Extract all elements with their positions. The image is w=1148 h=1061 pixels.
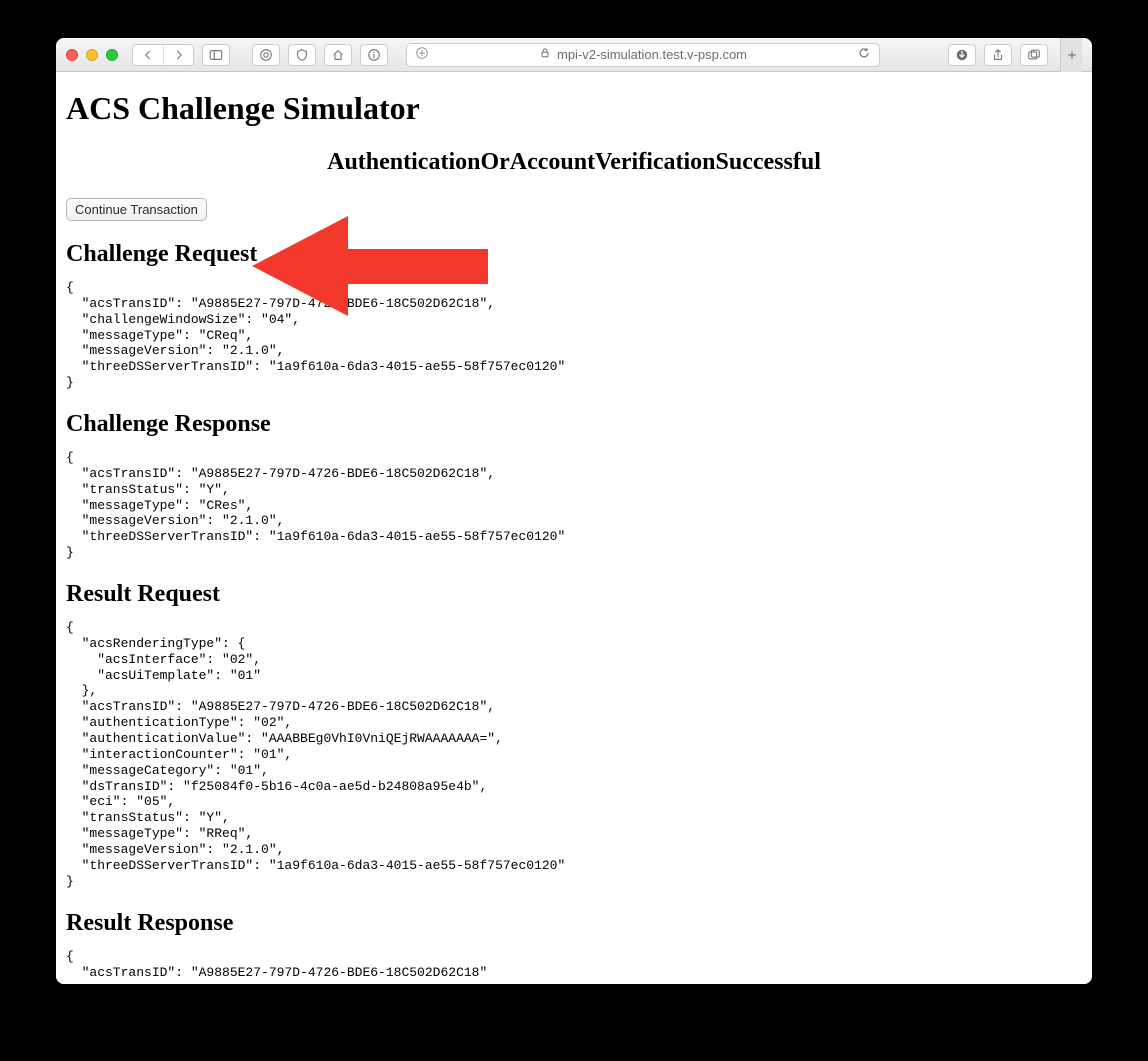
home-button[interactable] xyxy=(324,44,352,66)
result-response-body: { "acsTransID": "A9885E27-797D-4726-BDE6… xyxy=(66,949,1082,981)
result-request-heading: Result Request xyxy=(66,581,1082,608)
window-zoom-button[interactable] xyxy=(106,49,118,61)
nav-back-forward-group xyxy=(132,44,194,66)
window-toolbar: mpi-v2-simulation.test.v-psp.com xyxy=(56,38,1092,72)
toolbar-right-group xyxy=(948,44,1048,66)
show-tabs-button[interactable] xyxy=(1020,44,1048,66)
forward-button[interactable] xyxy=(163,45,193,65)
site-settings-icon xyxy=(415,46,429,63)
info-button[interactable] xyxy=(360,44,388,66)
challenge-request-heading: Challenge Request xyxy=(66,241,1082,268)
traffic-lights xyxy=(66,49,118,61)
back-button[interactable] xyxy=(133,45,163,65)
continue-transaction-button[interactable]: Continue Transaction xyxy=(66,198,207,221)
page-content: ACS Challenge Simulator AuthenticationOr… xyxy=(56,72,1092,984)
address-bar[interactable]: mpi-v2-simulation.test.v-psp.com xyxy=(406,43,880,67)
downloads-button[interactable] xyxy=(948,44,976,66)
window-close-button[interactable] xyxy=(66,49,78,61)
sidebar-toggle-button[interactable] xyxy=(202,44,230,66)
new-tab-button[interactable] xyxy=(1060,38,1082,72)
page-title: ACS Challenge Simulator xyxy=(66,90,1082,127)
browser-window: mpi-v2-simulation.test.v-psp.com ACS Cha… xyxy=(56,38,1092,984)
privacy-report-button[interactable] xyxy=(252,44,280,66)
reload-button[interactable] xyxy=(857,46,871,63)
challenge-response-body: { "acsTransID": "A9885E27-797D-4726-BDE6… xyxy=(66,450,1082,561)
challenge-response-heading: Challenge Response xyxy=(66,411,1082,438)
result-response-heading: Result Response xyxy=(66,910,1082,937)
window-minimize-button[interactable] xyxy=(86,49,98,61)
challenge-request-body: { "acsTransID": "A9885E27-797D-4726-BDE6… xyxy=(66,280,1082,391)
lock-icon xyxy=(539,47,551,62)
url-text: mpi-v2-simulation.test.v-psp.com xyxy=(557,47,747,62)
shield-button[interactable] xyxy=(288,44,316,66)
share-button[interactable] xyxy=(984,44,1012,66)
status-heading: AuthenticationOrAccountVerificationSucce… xyxy=(66,149,1082,176)
result-request-body: { "acsRenderingType": { "acsInterface": … xyxy=(66,620,1082,890)
